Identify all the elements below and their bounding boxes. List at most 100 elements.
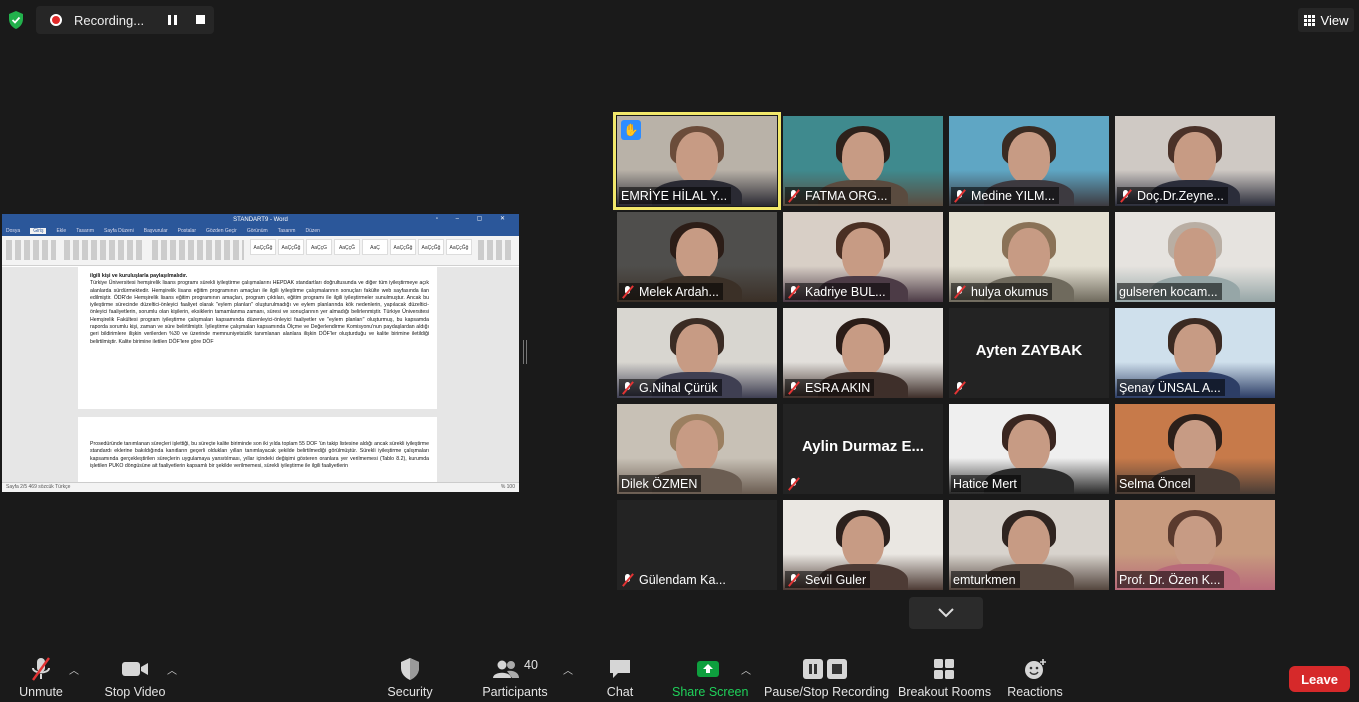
chat-label: Chat xyxy=(606,685,634,699)
breakout-rooms-button[interactable]: Breakout Rooms xyxy=(898,656,992,702)
participants-options-chevron-icon[interactable]: ︿ xyxy=(563,662,573,677)
participants-label: Participants xyxy=(482,685,548,699)
participant-tile[interactable]: emturkmen xyxy=(949,500,1109,590)
shared-screen[interactable]: STANDART9 - Word ▫ – ▢ ✕ Dosya Giriş Ekl… xyxy=(2,214,519,492)
security-label: Security xyxy=(387,685,433,699)
participant-tile[interactable]: Kadriye BUL... xyxy=(783,212,943,302)
word-status-left: Sayfa 2/5 469 sözcük Türkçe xyxy=(6,484,71,490)
participant-tile[interactable]: Prof. Dr. Özen K... xyxy=(1115,500,1275,590)
breakout-rooms-icon xyxy=(898,656,990,682)
microphone-muted-icon xyxy=(953,189,967,203)
participant-tile[interactable]: G.Nihal Çürük xyxy=(617,308,777,398)
participants-button[interactable]: 40 Participants xyxy=(478,656,552,702)
participant-tile[interactable]: FATMA ORG... xyxy=(783,116,943,206)
microphone-muted-icon xyxy=(787,285,801,299)
leave-button[interactable]: Leave xyxy=(1289,666,1350,692)
security-button[interactable]: Security xyxy=(384,656,436,702)
chevron-down-icon xyxy=(938,608,954,618)
word-tab: Sayfa Düzeni xyxy=(103,228,134,234)
chat-bubble-icon xyxy=(598,656,642,682)
participant-name: Kadriye BUL... xyxy=(805,284,886,299)
participant-name-tag: Sevil Guler xyxy=(785,571,871,588)
participant-tile[interactable]: gulseren kocam... xyxy=(1115,212,1275,302)
word-tab: Görünüm xyxy=(246,228,268,234)
recording-indicator: Recording... xyxy=(36,6,214,34)
style-swatch: AaÇçĞğ xyxy=(250,239,276,255)
next-page-button[interactable] xyxy=(909,597,983,629)
participant-name: Dilek ÖZMEN xyxy=(621,476,698,491)
participant-name-tag: gulseren kocam... xyxy=(1117,283,1222,300)
word-ribbon: AaÇçĞğ AaÇçĞğ AaÇçG AaÇçĞ AaÇ AaÇçĞğ AaÇ… xyxy=(2,236,519,266)
participant-tile[interactable]: Medine YILM... xyxy=(949,116,1109,206)
participant-tile[interactable]: Doç.Dr.Zeyne... xyxy=(1115,116,1275,206)
window-controls: ▫ – ▢ ✕ xyxy=(435,216,513,222)
participant-tile[interactable]: Dilek ÖZMEN xyxy=(617,404,777,494)
participant-tile[interactable]: Aylin Durmaz E... xyxy=(783,404,943,494)
participant-name-tag: Hatice Mert xyxy=(951,475,1021,492)
participant-name: Şenay ÜNSAL A... xyxy=(1119,380,1221,395)
participant-tile[interactable]: hulya okumus xyxy=(949,212,1109,302)
participant-name: Medine YILM... xyxy=(971,188,1055,203)
word-tab: Giriş xyxy=(30,228,47,234)
microphone-muted-icon xyxy=(953,381,967,395)
participant-name: Selma Öncel xyxy=(1119,476,1191,491)
participant-tile[interactable]: Gülendam Ka... xyxy=(617,500,777,590)
microphone-muted-icon xyxy=(787,381,801,395)
participant-tile[interactable]: Melek Ardah... xyxy=(617,212,777,302)
participant-name: G.Nihal Çürük xyxy=(639,380,718,395)
participant-tile[interactable]: Hatice Mert xyxy=(949,404,1109,494)
pause-stop-recording-button[interactable]: Pause/Stop Recording xyxy=(764,656,889,702)
participant-tile[interactable]: Şenay ÜNSAL A... xyxy=(1115,308,1275,398)
reactions-button[interactable]: Reactions xyxy=(1006,656,1064,702)
participant-name-tag: Doç.Dr.Zeyne... xyxy=(1117,187,1228,204)
participant-tile[interactable]: ESRA AKIN xyxy=(783,308,943,398)
share-screen-button[interactable]: Share Screen xyxy=(672,656,748,702)
participant-name: emturkmen xyxy=(953,572,1016,587)
participant-name: FATMA ORG... xyxy=(805,188,888,203)
pause-recording-icon[interactable] xyxy=(168,15,178,25)
unmute-label: Unmute xyxy=(19,685,63,699)
participant-name-tag: ESRA AKIN xyxy=(785,379,875,396)
participant-name: ESRA AKIN xyxy=(805,380,871,395)
stop-recording-icon[interactable] xyxy=(196,15,205,24)
microphone-muted-icon xyxy=(621,381,635,395)
document-paragraph: Prosedüründe tanımlanan süreçleri işlett… xyxy=(90,441,429,469)
audio-options-chevron-icon[interactable]: ︿ xyxy=(69,662,79,677)
participant-display-name: Ayten ZAYBAK xyxy=(975,342,1083,359)
participant-name-tag: hulya okumus xyxy=(951,283,1053,300)
participants-icon: 40 xyxy=(478,656,552,682)
participant-name-tag: Gülendam Ka... xyxy=(619,571,730,588)
participant-tile[interactable]: Sevil Guler xyxy=(783,500,943,590)
participant-tile[interactable]: Ayten ZAYBAK xyxy=(949,308,1109,398)
microphone-muted-icon xyxy=(621,573,635,587)
participant-name: Doç.Dr.Zeyne... xyxy=(1137,188,1224,203)
video-options-chevron-icon[interactable]: ︿ xyxy=(167,662,177,677)
view-button[interactable]: View xyxy=(1298,8,1354,32)
participant-name: Sevil Guler xyxy=(805,572,867,587)
style-swatch: AaÇçĞğ xyxy=(418,239,444,255)
unmute-button[interactable]: Unmute xyxy=(14,656,68,702)
breakout-rooms-label: Breakout Rooms xyxy=(898,685,992,699)
microphone-muted-icon xyxy=(1119,189,1133,203)
participant-tile[interactable]: ✋ EMRİYE HİLAL Y... xyxy=(613,112,781,210)
word-tab: Dosya xyxy=(6,228,21,234)
style-swatch: AaÇçĞğ xyxy=(278,239,304,255)
word-status-bar: Sayfa 2/5 469 sözcük Türkçe % 100 xyxy=(2,482,519,492)
stop-video-button[interactable]: Stop Video xyxy=(100,656,170,702)
word-styles-gallery: AaÇçĞğ AaÇçĞğ AaÇçG AaÇçĞ AaÇ AaÇçĞğ AaÇ… xyxy=(250,239,472,255)
participant-tile[interactable]: Selma Öncel xyxy=(1115,404,1275,494)
word-tab: Postalar xyxy=(177,228,196,234)
participant-name-tag: emturkmen xyxy=(951,571,1020,588)
chat-button[interactable]: Chat xyxy=(598,656,642,702)
participant-name-tag xyxy=(951,379,975,396)
security-shield-icon[interactable] xyxy=(6,10,26,30)
word-document-area: ilgili kişi ve kuruluşlarla paylaşılmalı… xyxy=(2,267,519,487)
share-options-chevron-icon[interactable]: ︿ xyxy=(741,662,751,677)
layout-splitter-handle[interactable] xyxy=(523,340,527,364)
style-swatch: AaÇçG xyxy=(306,239,332,255)
document-heading: ilgili kişi ve kuruluşlarla paylaşılmalı… xyxy=(90,273,188,279)
recording-label: Recording... xyxy=(74,12,145,28)
view-label: View xyxy=(1320,12,1349,28)
participant-display-name: Aylin Durmaz E... xyxy=(802,438,924,455)
participant-name-tag: FATMA ORG... xyxy=(785,187,892,204)
